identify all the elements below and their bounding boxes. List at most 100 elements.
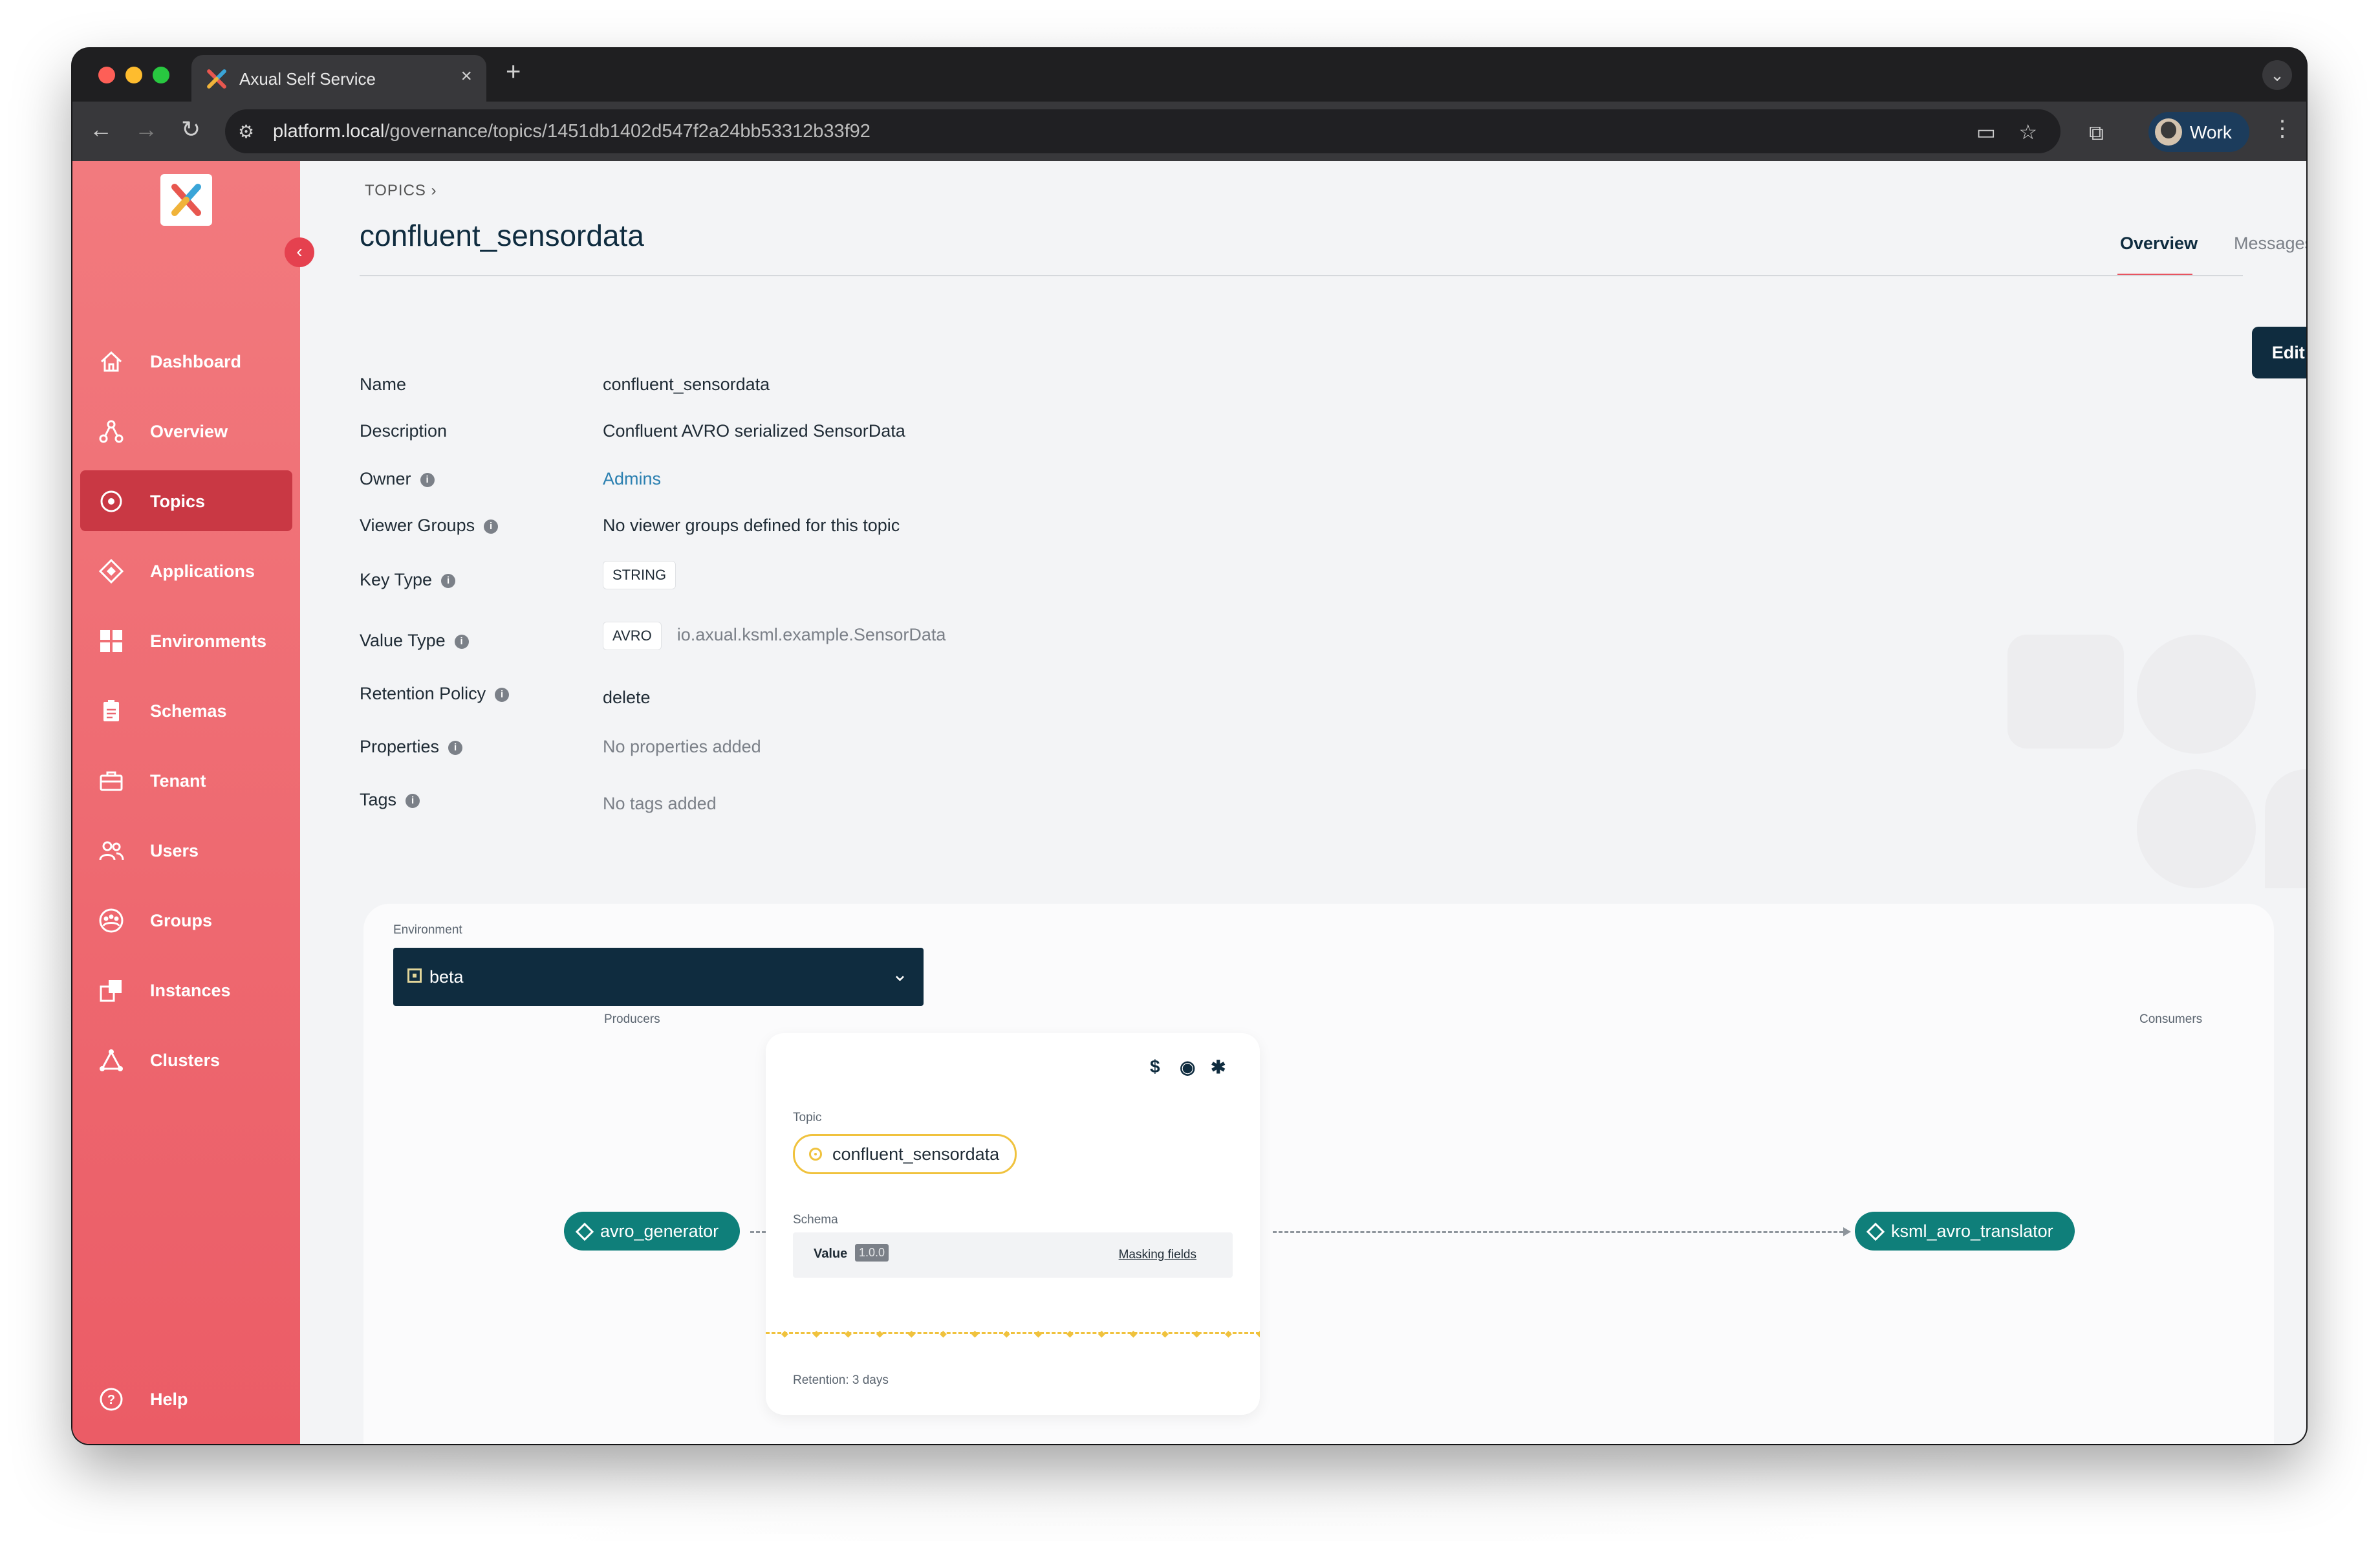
tab-close-icon[interactable]: × xyxy=(460,65,472,87)
axual-logo-icon xyxy=(171,184,201,216)
minimize-window-button[interactable] xyxy=(125,67,142,83)
info-icon[interactable]: i xyxy=(448,740,463,755)
consumer-connector xyxy=(1273,1231,1843,1233)
home-icon xyxy=(100,351,122,372)
retention-marker: ◆ xyxy=(1193,1328,1200,1339)
sidebar-item-groups[interactable]: Groups xyxy=(80,890,292,950)
extensions-icon[interactable]: ⧉ xyxy=(2089,121,2104,146)
sidebar-item-label: Overview xyxy=(150,422,228,441)
brand-logo[interactable] xyxy=(160,174,212,226)
masking-fields-link[interactable]: Masking fields xyxy=(1119,1248,1196,1262)
title-divider xyxy=(360,275,2243,276)
site-info-icon[interactable]: ⚙ xyxy=(238,121,254,142)
help-icon: ? xyxy=(100,1388,123,1411)
viewer-groups-value: No viewer groups defined for this topic xyxy=(603,516,900,535)
sidebar-item-label: Schemas xyxy=(150,701,227,721)
clusters-icon xyxy=(100,1049,123,1071)
description-value: Confluent AVRO serialized SensorData xyxy=(603,421,905,441)
retention-policy-label: Retention Policy i xyxy=(360,684,510,704)
eye-icon[interactable]: ◉ xyxy=(1180,1056,1195,1078)
forward-arrow-icon[interactable]: → xyxy=(135,116,158,143)
dollar-icon[interactable]: $ xyxy=(1150,1056,1160,1077)
retention-marker: ◆ xyxy=(1003,1328,1010,1339)
tenant-icon xyxy=(100,771,123,791)
gear-icon[interactable]: ✱ xyxy=(1211,1056,1226,1078)
schema-version-badge[interactable]: 1.0.0 xyxy=(855,1244,889,1262)
background-decoration xyxy=(2137,769,2256,888)
tab-title: Axual Self Service xyxy=(239,69,376,89)
sidebar-item-instances[interactable]: Instances xyxy=(80,959,292,1020)
url-text[interactable]: platform.local/governance/topics/1451db1… xyxy=(273,121,871,142)
sidebar-item-environments[interactable]: Environments xyxy=(80,610,292,671)
sidebar-item-overview[interactable]: Overview xyxy=(80,400,292,461)
tab-strip: Axual Self Service × + ⌄ xyxy=(72,49,2306,102)
environment-select[interactable]: beta ⌄ xyxy=(393,948,924,1006)
sidebar-item-topics[interactable]: Topics xyxy=(80,470,292,531)
tab-overview[interactable]: Overview xyxy=(2120,234,2198,254)
groups-icon xyxy=(99,908,124,933)
sidebar-item-dashboard[interactable]: Dashboard xyxy=(80,331,292,391)
browser-menu-icon[interactable]: ⋮ xyxy=(2271,116,2293,142)
sidebar-item-label: Tenant xyxy=(150,771,206,791)
retention-marker: ◆ xyxy=(845,1328,852,1339)
environment-icon xyxy=(100,630,122,652)
owner-link[interactable]: Admins xyxy=(603,469,661,489)
info-icon[interactable]: i xyxy=(441,573,456,588)
tab-search-button[interactable]: ⌄ xyxy=(2262,60,2292,90)
topic-card[interactable]: $ ◉ ✱ Topic confluent_sensordata Schema … xyxy=(766,1033,1260,1415)
sidebar-item-tenant[interactable]: Tenant xyxy=(80,750,292,811)
reload-icon[interactable]: ↻ xyxy=(181,116,200,143)
retention-marker: ◆ xyxy=(813,1328,820,1339)
sidebar-item-label: Users xyxy=(150,841,199,860)
info-icon[interactable]: i xyxy=(484,519,499,534)
profile-name: Work xyxy=(2190,122,2232,142)
tab-messages[interactable]: Messages xyxy=(2234,234,2306,254)
retention-marker: ◆ xyxy=(1035,1328,1042,1339)
sidebar-item-label: Groups xyxy=(150,911,213,930)
bookmark-star-icon[interactable]: ☆ xyxy=(2018,120,2037,144)
sidebar-item-users[interactable]: Users xyxy=(80,820,292,880)
value-type-schema[interactable]: io.axual.ksml.example.SensorData xyxy=(677,625,946,644)
producer-node[interactable]: avro_generator xyxy=(564,1212,740,1251)
properties-value: No properties added xyxy=(603,737,761,756)
instances-icon xyxy=(100,980,122,1002)
info-icon[interactable]: i xyxy=(454,634,469,649)
application-icon xyxy=(98,558,124,584)
retention-marker: ◆ xyxy=(940,1328,947,1339)
browser-toolbar: ← → ↻ ⚙ platform.local/governance/topics… xyxy=(72,102,2306,161)
edit-topic-button[interactable]: Edit Topic xyxy=(2252,327,2306,378)
collapse-sidebar-button[interactable]: ‹ xyxy=(285,237,314,267)
background-decoration xyxy=(2007,635,2124,749)
maximize-window-button[interactable] xyxy=(153,67,169,83)
back-arrow-icon[interactable]: ← xyxy=(89,116,113,143)
sidebar-item-label: Environments xyxy=(150,631,267,651)
description-label: Description xyxy=(360,421,448,441)
key-type-tag: STRING xyxy=(603,561,676,589)
retention-timeline xyxy=(766,1332,1260,1334)
sidebar-item-help[interactable]: ? Help xyxy=(80,1368,292,1429)
browser-tab[interactable]: Axual Self Service × xyxy=(191,55,486,102)
info-icon[interactable]: i xyxy=(420,472,435,487)
close-window-button[interactable] xyxy=(98,67,115,83)
retention-marker: ◆ xyxy=(876,1328,883,1339)
info-icon[interactable]: i xyxy=(406,793,420,808)
address-bar[interactable]: ⚙ platform.local/governance/topics/1451d… xyxy=(225,109,2061,153)
properties-label: Properties i xyxy=(360,737,463,757)
retention-text: Retention: 3 days xyxy=(793,1373,889,1387)
profile-button[interactable]: Work xyxy=(2148,112,2249,152)
breadcrumb[interactable]: TOPICS › xyxy=(365,182,437,200)
topic-name-pill[interactable]: confluent_sensordata xyxy=(793,1134,1017,1174)
application-icon xyxy=(575,1222,594,1241)
sidebar-item-schemas[interactable]: Schemas xyxy=(80,680,292,741)
install-app-icon[interactable]: ▭ xyxy=(1976,120,1996,144)
new-tab-button[interactable]: + xyxy=(506,58,521,87)
info-icon[interactable]: i xyxy=(495,687,510,702)
consumer-node[interactable]: ksml_avro_translator xyxy=(1855,1212,2075,1251)
tags-label: Tags i xyxy=(360,790,420,810)
axual-logo-icon xyxy=(207,69,226,89)
schema-row: Value 1.0.0 Masking fields xyxy=(793,1232,1233,1278)
overview-icon xyxy=(99,420,124,443)
sidebar-item-label: Topics xyxy=(150,492,206,511)
sidebar-item-applications[interactable]: Applications xyxy=(80,540,292,601)
sidebar-item-clusters[interactable]: Clusters xyxy=(80,1029,292,1090)
